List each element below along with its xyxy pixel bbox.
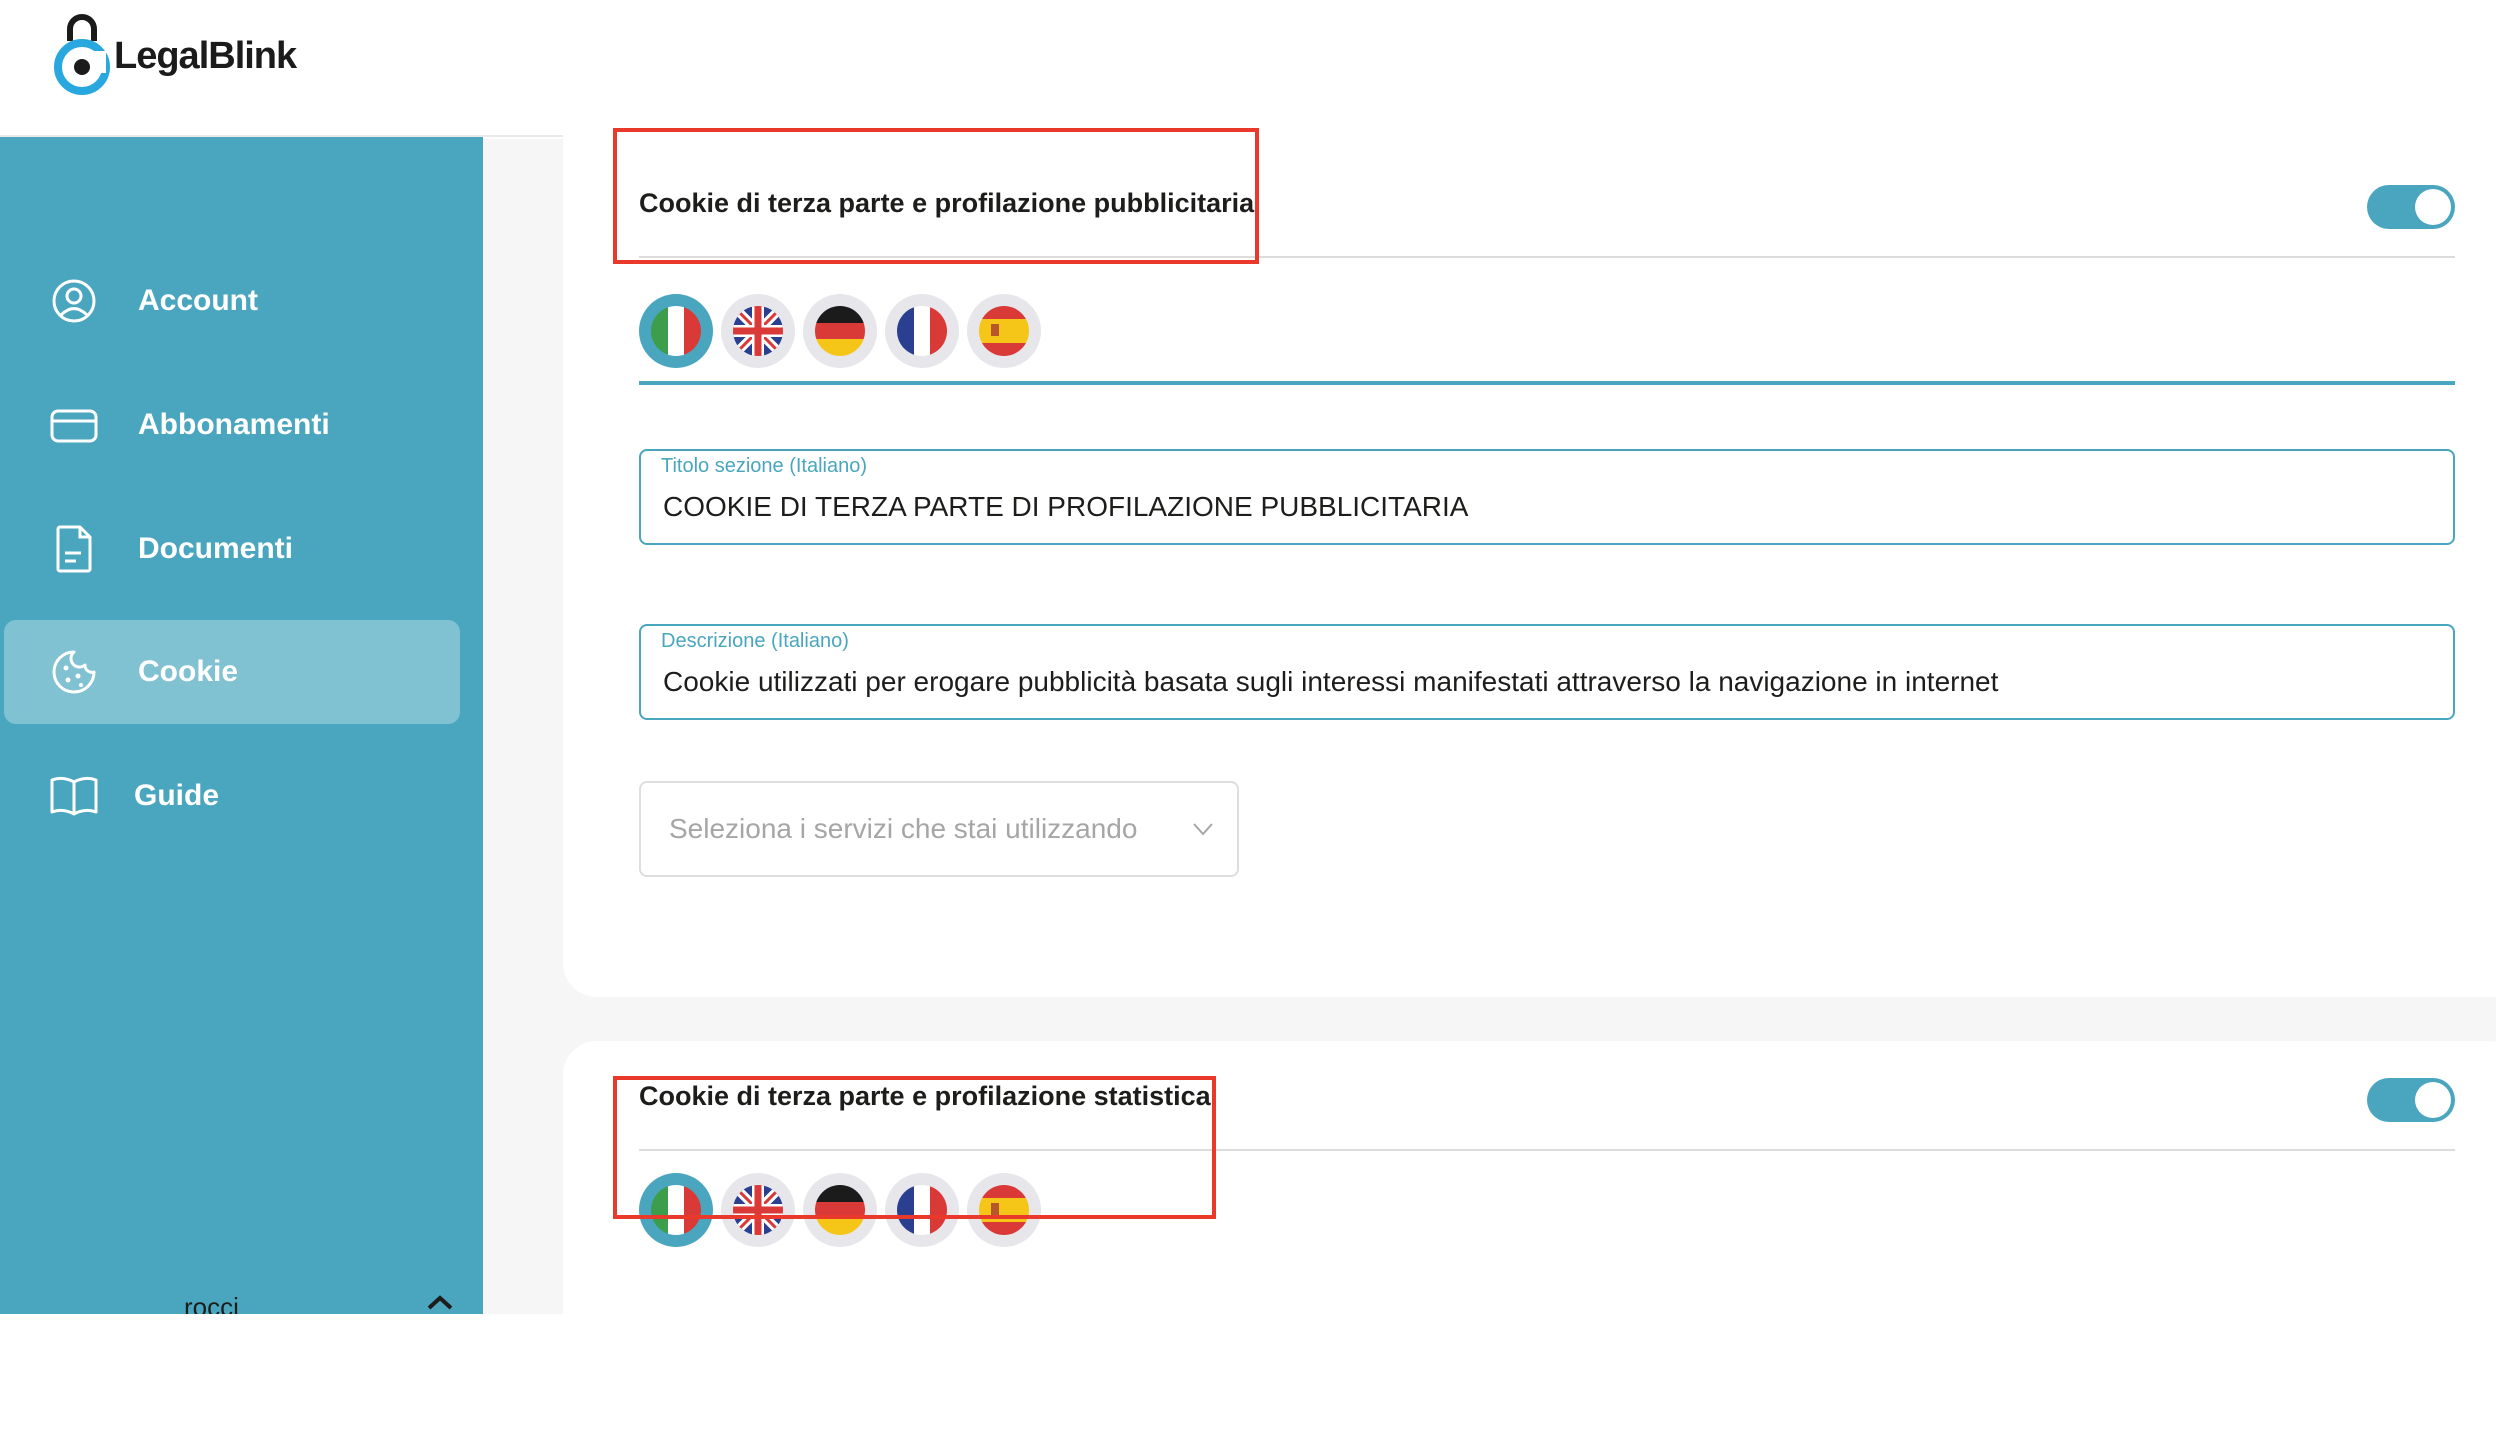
field-value[interactable]: COOKIE DI TERZA PARTE DI PROFILAZIONE PU… [663, 491, 1468, 523]
language-spanish-button[interactable] [967, 294, 1041, 368]
sidebar: Account Abbonamenti Documenti Cookie Gui… [0, 137, 483, 1314]
legalblink-logo[interactable]: LegalBlink [52, 10, 297, 102]
section-enabled-toggle[interactable] [2367, 185, 2455, 229]
sidebar-item-cookie[interactable]: Cookie [4, 620, 460, 724]
language-tab-underline [639, 381, 2455, 385]
user-menu[interactable]: rocci [0, 1284, 483, 1314]
section-enabled-toggle[interactable] [2367, 1078, 2455, 1122]
sidebar-item-abbonamenti[interactable]: Abbonamenti [4, 373, 460, 477]
language-french-button[interactable] [885, 294, 959, 368]
credit-card-icon [50, 409, 98, 443]
section-title-field[interactable]: Titolo sezione (Italiano) COOKIE DI TERZ… [639, 449, 2455, 545]
user-circle-icon [52, 279, 96, 323]
section-description-field[interactable]: Descrizione (Italiano) Cookie utilizzati… [639, 624, 2455, 720]
sidebar-item-label: Cookie [138, 655, 239, 688]
field-label: Descrizione (Italiano) [661, 630, 849, 652]
logo-text: LegalBlink [114, 34, 297, 77]
username: rocci [184, 1292, 239, 1314]
language-german-button[interactable] [803, 294, 877, 368]
language-italian-button[interactable] [639, 294, 713, 368]
sidebar-item-account[interactable]: Account [4, 249, 460, 353]
sidebar-item-label: Guide [134, 779, 220, 812]
sidebar-item-label: Account [138, 284, 258, 317]
sidebar-item-guide[interactable]: Guide [4, 744, 460, 848]
field-label: Titolo sezione (Italiano) [661, 455, 868, 477]
uk-flag-icon [733, 306, 783, 356]
toggle-knob [2415, 1082, 2451, 1118]
german-flag-icon [815, 306, 865, 356]
select-placeholder: Seleziona i servizi che stai utilizzando [669, 813, 1138, 844]
toggle-knob [2415, 189, 2451, 225]
french-flag-icon [897, 306, 947, 356]
sidebar-item-label: Documenti [138, 532, 294, 565]
field-value[interactable]: Cookie utilizzati per erogare pubblicità… [663, 666, 1998, 698]
sidebar-item-documenti[interactable]: Documenti [4, 497, 460, 601]
cookie-icon [52, 650, 96, 694]
sidebar-item-label: Abbonamenti [138, 408, 330, 441]
lock-logo-icon [54, 14, 110, 95]
italian-flag-icon [651, 306, 701, 356]
chevron-up-icon[interactable] [425, 1292, 455, 1312]
language-english-button[interactable] [721, 294, 795, 368]
document-icon [56, 525, 92, 573]
book-icon [50, 776, 98, 816]
chevron-down-icon [1193, 823, 1213, 836]
highlight-box [613, 128, 1259, 264]
spanish-flag-icon [979, 306, 1029, 356]
services-select[interactable]: Seleziona i servizi che stai utilizzando [639, 781, 1239, 877]
highlight-box [613, 1076, 1216, 1219]
